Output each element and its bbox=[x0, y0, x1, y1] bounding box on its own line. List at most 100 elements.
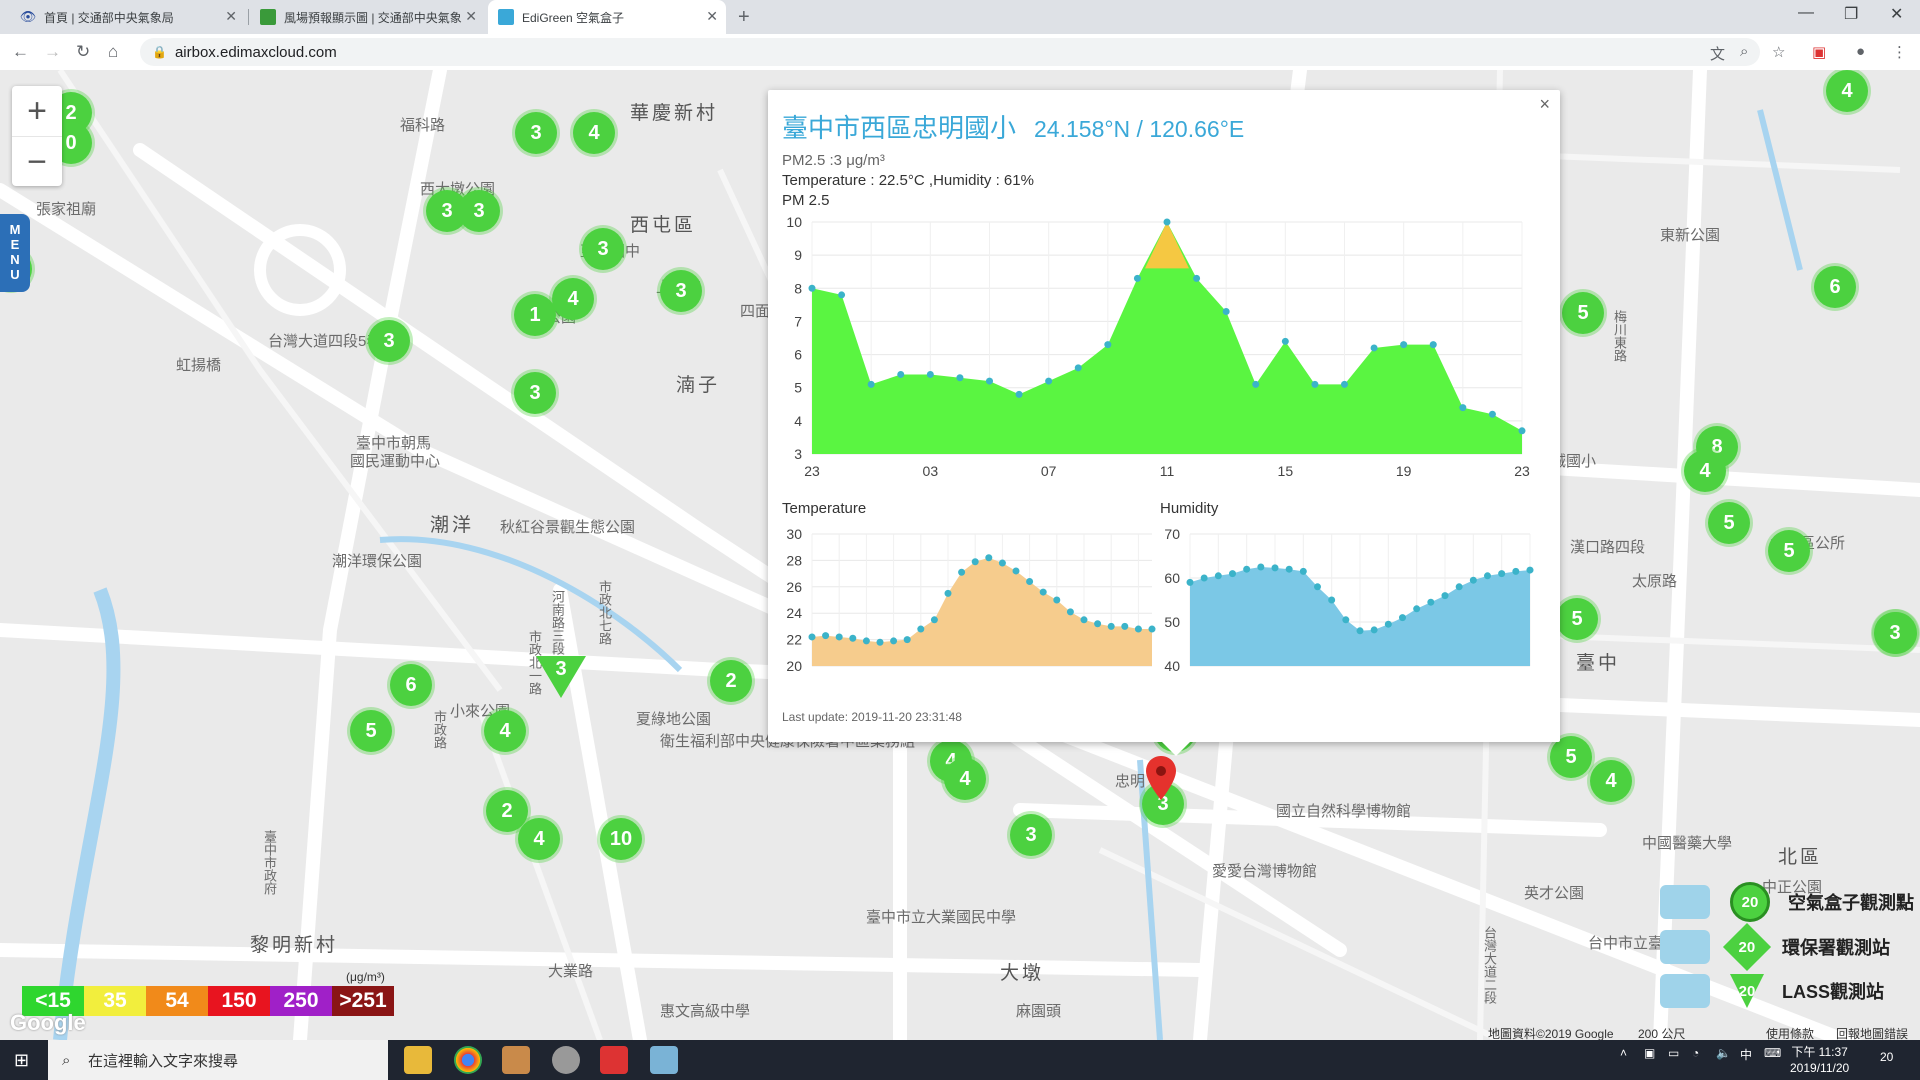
station-marker[interactable]: 6 bbox=[390, 664, 432, 706]
taskbar-clock[interactable]: 下午 11:37 2019/11/20 bbox=[1790, 1044, 1849, 1076]
station-marker[interactable]: 4 bbox=[573, 112, 615, 154]
station-marker[interactable]: 3 bbox=[660, 270, 702, 312]
data-point bbox=[1441, 592, 1449, 600]
station-marker[interactable]: 3 bbox=[458, 190, 500, 232]
station-marker[interactable]: 5 bbox=[1556, 598, 1598, 640]
reload-icon[interactable]: ↻ bbox=[76, 42, 90, 62]
legend-item: >251 bbox=[332, 986, 394, 1016]
tray-wifi-icon[interactable]: ◔ bbox=[1692, 1046, 1699, 1060]
close-icon[interactable]: ✕ bbox=[465, 8, 477, 25]
zoom-icon[interactable]: ⌕ bbox=[1740, 43, 1748, 60]
map-place-label: 惠文高級中學 bbox=[660, 1003, 751, 1020]
report-map-error-link[interactable]: 回報地圖錯誤 bbox=[1836, 1025, 1908, 1040]
google-logo: Google bbox=[10, 1010, 86, 1035]
tray-ime-indicator[interactable]: 中 bbox=[1740, 1046, 1752, 1063]
app-icon[interactable] bbox=[650, 1046, 678, 1074]
x-tick-label: 03 bbox=[923, 463, 939, 479]
data-point bbox=[1342, 616, 1350, 624]
tab-wind-forecast[interactable]: 風場預報顯示圖 | 交通部中央氣象 ✕ bbox=[250, 0, 485, 34]
star-icon[interactable]: ☆ bbox=[1772, 43, 1785, 61]
tab-cwb-home[interactable]: 👁 首頁 | 交通部中央氣象局 ✕ bbox=[10, 0, 245, 34]
clock-time: 下午 11:37 bbox=[1791, 1045, 1848, 1059]
station-marker[interactable]: 5 bbox=[350, 710, 392, 752]
data-point bbox=[1488, 410, 1496, 418]
close-window-icon[interactable]: ✕ bbox=[1890, 4, 1903, 24]
station-marker[interactable]: 6 bbox=[1814, 266, 1856, 308]
minimize-icon[interactable]: — bbox=[1798, 4, 1814, 22]
map-canvas[interactable]: 華慶新村西屯區西大墩公園至善國中西安公園上石碑四面佛湳子台灣大道四段5巷虹揚橋臺… bbox=[0, 70, 1920, 1040]
account-icon[interactable]: ● bbox=[1856, 43, 1865, 60]
notification-badge[interactable]: 20 bbox=[1880, 1050, 1893, 1064]
legend-unit: (μg/m³) bbox=[346, 970, 385, 984]
station-marker[interactable]: 5 bbox=[1562, 292, 1604, 334]
chrome-icon[interactable] bbox=[454, 1046, 482, 1074]
translate-icon[interactable]: 文 bbox=[1710, 43, 1725, 64]
station-marker[interactable]: 5 bbox=[1550, 736, 1592, 778]
map-place-label: 潮洋 bbox=[430, 515, 475, 536]
tray-volume-icon[interactable]: 🔈 bbox=[1716, 1046, 1731, 1060]
zoom-in-button[interactable]: + bbox=[12, 86, 62, 136]
terms-link[interactable]: 使用條款 bbox=[1766, 1025, 1814, 1040]
station-type-circle-icon: 20 bbox=[1730, 882, 1770, 922]
tray-chevron-icon[interactable]: ˄ bbox=[1620, 1046, 1627, 1060]
tray-battery-icon[interactable]: ▭ bbox=[1668, 1046, 1679, 1060]
data-point bbox=[1400, 341, 1408, 349]
legend-item: 250 bbox=[270, 986, 332, 1016]
station-marker[interactable]: 4 bbox=[1684, 450, 1726, 492]
x-tick-label: 11 bbox=[1160, 463, 1175, 479]
station-marker[interactable]: 4 bbox=[1590, 760, 1632, 802]
station-marker[interactable]: 4 bbox=[484, 710, 526, 752]
restore-icon[interactable]: ❐ bbox=[1844, 4, 1858, 24]
data-point bbox=[808, 284, 816, 292]
app-icon[interactable] bbox=[502, 1046, 530, 1074]
y-tick-label: 40 bbox=[1164, 658, 1180, 674]
station-marker[interactable]: 3 bbox=[515, 112, 557, 154]
windows-start-icon[interactable]: ⊞ bbox=[14, 1050, 29, 1071]
map-place-label: 國民運動中心 bbox=[350, 453, 441, 470]
station-marker[interactable]: 5 bbox=[1768, 530, 1810, 572]
close-icon[interactable]: ✕ bbox=[706, 8, 718, 25]
station-marker[interactable]: 3 bbox=[368, 320, 410, 362]
station-marker[interactable]: 5 bbox=[1708, 502, 1750, 544]
station-marker[interactable]: 3 bbox=[1010, 814, 1052, 856]
zoom-control: + − bbox=[12, 86, 62, 186]
station-marker[interactable]: 4 bbox=[944, 758, 986, 800]
station-marker[interactable]: 4 bbox=[1826, 70, 1868, 112]
station-marker[interactable]: 10 bbox=[600, 818, 642, 860]
new-tab-button[interactable]: + bbox=[738, 6, 750, 29]
station-marker[interactable]: 3 bbox=[1874, 612, 1916, 654]
y-tick-label: 50 bbox=[1164, 614, 1180, 630]
station-marker[interactable]: 2 bbox=[710, 660, 752, 702]
selected-location-pin[interactable] bbox=[1146, 756, 1176, 805]
menu-button[interactable]: MENU bbox=[0, 214, 30, 292]
data-point bbox=[926, 370, 934, 378]
station-marker[interactable]: 4 bbox=[518, 818, 560, 860]
url-field[interactable]: 🔒 airbox.edimaxcloud.com bbox=[140, 38, 1760, 66]
station-marker[interactable]: 1 bbox=[514, 294, 556, 336]
data-point bbox=[917, 625, 925, 633]
menu-dots-icon[interactable]: ⋮ bbox=[1892, 43, 1907, 61]
station-marker[interactable]: 4 bbox=[552, 278, 594, 320]
tray-keyboard-icon[interactable]: ⌨ bbox=[1764, 1046, 1781, 1060]
station-type-icon bbox=[1660, 974, 1710, 1008]
station-marker[interactable]: 3 bbox=[514, 372, 556, 414]
data-point bbox=[890, 637, 898, 645]
forward-icon[interactable]: → bbox=[44, 42, 61, 62]
eye-icon: 👁 bbox=[19, 9, 37, 24]
y-tick-label: 8 bbox=[794, 280, 802, 296]
station-marker[interactable]: 3 bbox=[582, 228, 624, 270]
clock-date: 2019/11/20 bbox=[1790, 1061, 1850, 1075]
data-point bbox=[1026, 578, 1034, 586]
file-explorer-icon[interactable] bbox=[404, 1046, 432, 1074]
back-icon[interactable]: ← bbox=[12, 42, 29, 62]
tray-antivirus-icon[interactable]: ▣ bbox=[1644, 1046, 1655, 1060]
epa-station-marker[interactable]: 3 bbox=[536, 656, 586, 698]
tab-edigreen[interactable]: EdiGreen 空氣盒子 ✕ bbox=[488, 0, 726, 34]
extension-icon[interactable]: ▣ bbox=[1812, 43, 1826, 61]
close-icon[interactable]: ✕ bbox=[225, 8, 237, 25]
zoom-out-button[interactable]: − bbox=[12, 136, 62, 187]
taskbar-search[interactable]: ⌕ 在這裡輸入文字來搜尋 bbox=[48, 1040, 388, 1080]
home-icon[interactable]: ⌂ bbox=[108, 42, 118, 62]
app-icon[interactable] bbox=[600, 1046, 628, 1074]
app-icon[interactable] bbox=[552, 1046, 580, 1074]
